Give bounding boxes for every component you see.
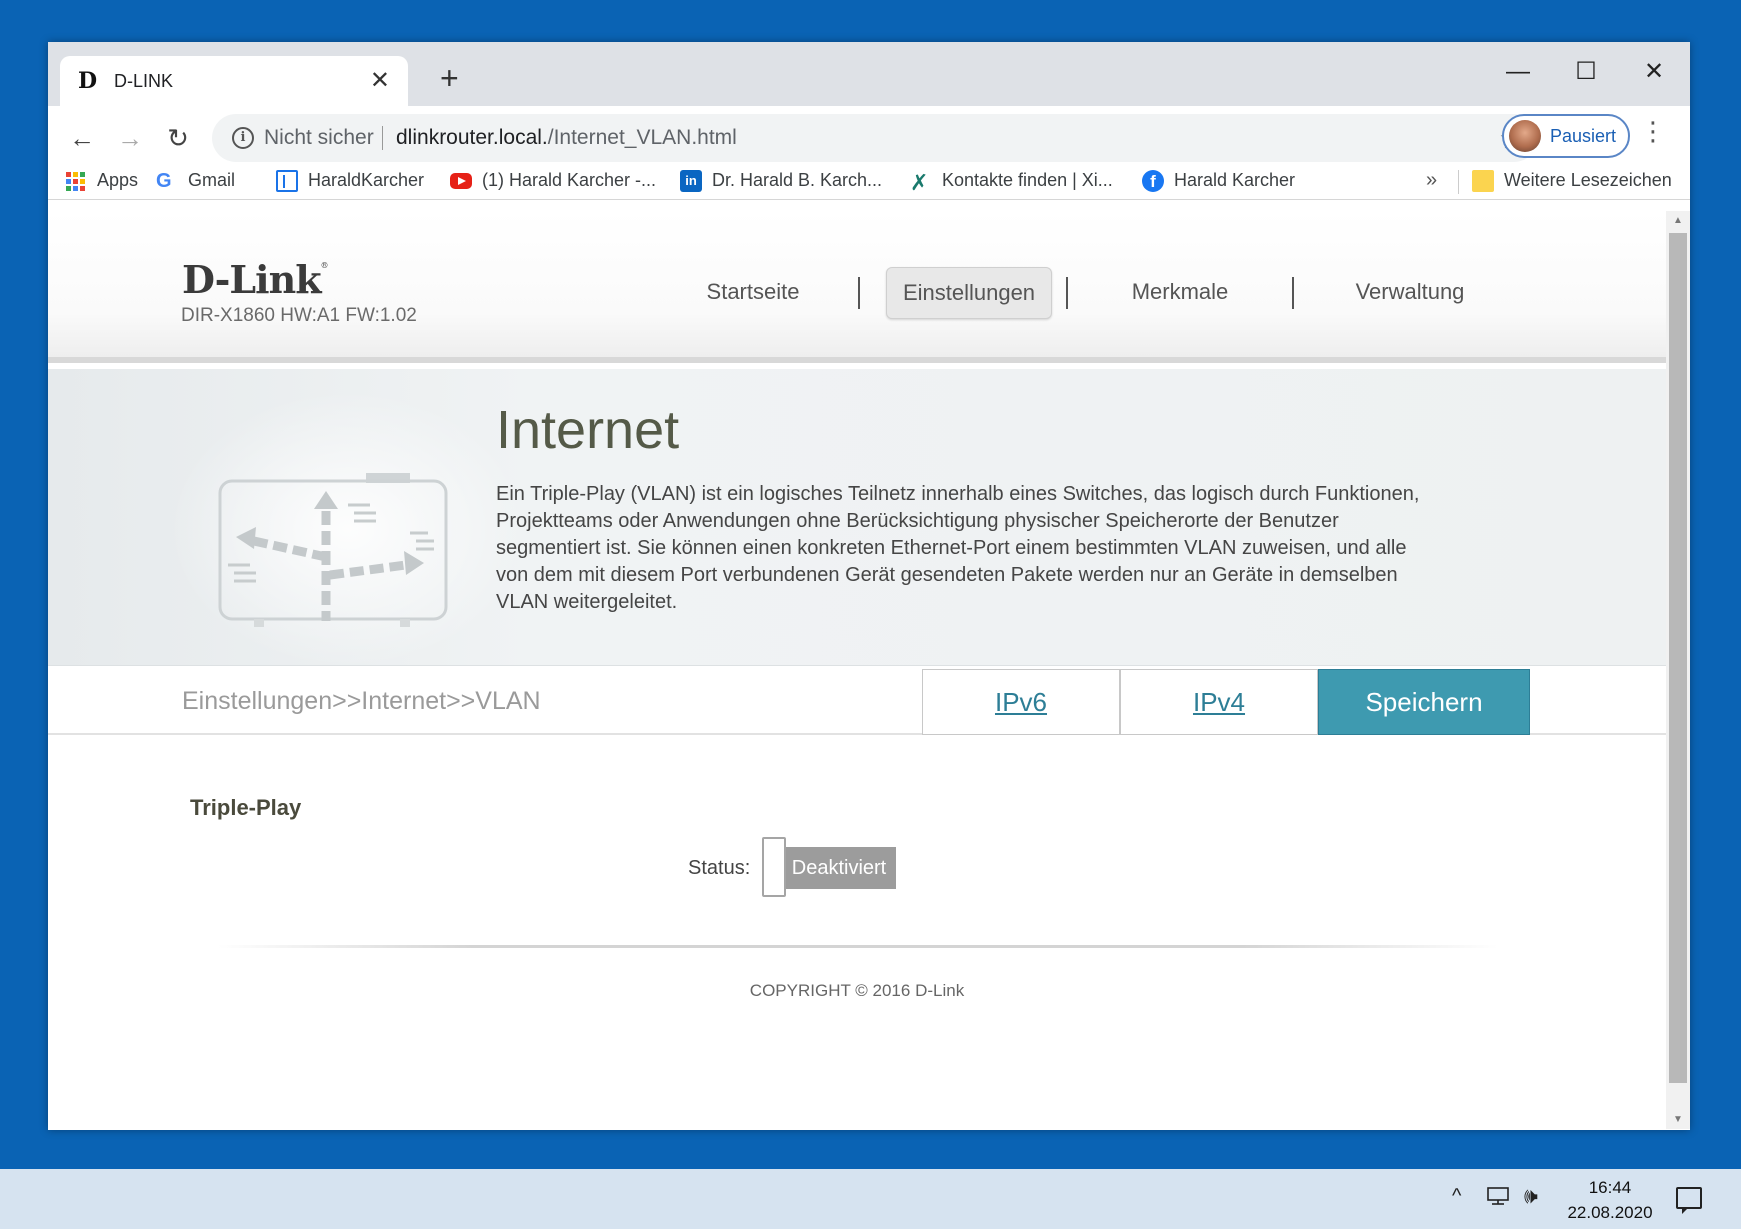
clock-time: 16:44 bbox=[1588, 1178, 1632, 1197]
toggle-knob[interactable] bbox=[762, 837, 786, 897]
avatar bbox=[1509, 120, 1541, 152]
nav-divider bbox=[1066, 277, 1068, 309]
xing-icon: ✗ bbox=[910, 170, 929, 196]
bookmark-label: Weitere Lesezeichen bbox=[1504, 170, 1672, 190]
bookmark-youtube[interactable]: (1) Harald Karcher -... bbox=[450, 170, 656, 191]
profile-button[interactable]: Pausiert bbox=[1502, 114, 1630, 158]
router-header: D-Link® DIR-X1860 HW:A1 FW:1.02 Startsei… bbox=[48, 211, 1666, 363]
page-description: Ein Triple-Play (VLAN) ist ein logisches… bbox=[496, 483, 1420, 613]
facebook-icon: f bbox=[1142, 170, 1164, 193]
clock[interactable]: 16:44 22.08.2020 bbox=[1550, 1175, 1670, 1225]
logo-text: D-Link bbox=[182, 257, 322, 302]
toggle-state-text: Deaktiviert bbox=[791, 857, 887, 879]
nav-startseite[interactable]: Startseite bbox=[662, 267, 844, 319]
browser-tab[interactable]: D D-LINK ✕ bbox=[60, 56, 408, 106]
save-button[interactable]: Speichern bbox=[1318, 669, 1530, 735]
copyright-text: COPYRIGHT © 2016 D-Link bbox=[749, 981, 965, 1000]
tab-close-icon[interactable]: ✕ bbox=[370, 66, 390, 95]
youtube-icon bbox=[450, 173, 472, 190]
bookmark-label: Harald Karcher bbox=[1174, 170, 1296, 190]
google-icon: G bbox=[156, 170, 172, 193]
bookmark-facebook[interactable]: f Harald Karcher bbox=[1142, 170, 1296, 193]
page-title: Internet bbox=[496, 400, 680, 460]
bookmark-haraldkarcher[interactable]: HaraldKarcher bbox=[276, 170, 425, 193]
scroll-down-arrow-icon[interactable]: ▼ bbox=[1673, 1114, 1683, 1125]
network-icon[interactable] bbox=[1486, 1186, 1510, 1206]
show-hidden-icons-chevron-icon[interactable]: ^ bbox=[1452, 1185, 1461, 1208]
nav-divider bbox=[858, 277, 860, 309]
status-label: Status: bbox=[688, 857, 751, 879]
main-nav: Startseite Einstellungen Merkmale Verwal… bbox=[662, 267, 1562, 321]
new-tab-button[interactable]: + bbox=[440, 62, 459, 94]
bookmark-label: Kontakte finden | Xi... bbox=[942, 170, 1113, 190]
address-bar[interactable]: i Nicht sicher dlinkrouter.local./Intern… bbox=[212, 114, 1538, 162]
bookmark-label: Apps bbox=[97, 170, 139, 190]
registered-mark: ® bbox=[320, 261, 329, 270]
browser-window: D D-LINK ✕ + — ☐ ✕ ← → ↻ i Nicht sicher … bbox=[48, 42, 1690, 1130]
vertical-scrollbar[interactable]: ▲ ▼ bbox=[1666, 211, 1690, 1129]
url-path: /Internet_VLAN.html bbox=[547, 126, 737, 149]
url-host: dlinkrouter.local. bbox=[396, 126, 548, 149]
bookmark-other-folder[interactable]: Weitere Lesezeichen bbox=[1472, 170, 1672, 193]
nav-verwaltung[interactable]: Verwaltung bbox=[1310, 267, 1510, 319]
back-button[interactable]: ← bbox=[64, 120, 100, 156]
ipv4-button[interactable]: IPv4 bbox=[1120, 669, 1318, 735]
url-text[interactable]: dlinkrouter.local./Internet_VLAN.html bbox=[396, 126, 737, 150]
browser-toolbar: ← → ↻ i Nicht sicher dlinkrouter.local./… bbox=[48, 106, 1690, 200]
profile-label: Pausiert bbox=[1550, 126, 1617, 146]
bookmark-label: (1) Harald Karcher -... bbox=[482, 170, 657, 190]
bookmark-label: Dr. Harald B. Karch... bbox=[712, 170, 883, 190]
bookmark-linkedin[interactable]: in Dr. Harald B. Karch... bbox=[680, 170, 883, 193]
url-divider bbox=[382, 126, 383, 150]
scroll-thumb[interactable] bbox=[1669, 233, 1687, 1083]
vlan-routing-icon bbox=[218, 473, 448, 627]
footer-divider bbox=[218, 945, 1498, 948]
bookmark-apps[interactable]: Apps bbox=[66, 170, 138, 191]
nav-einstellungen[interactable]: Einstellungen bbox=[886, 267, 1052, 319]
nav-merkmale[interactable]: Merkmale bbox=[1082, 267, 1278, 319]
more-bookmarks-icon[interactable]: » bbox=[1426, 169, 1437, 192]
ipv6-button[interactable]: IPv6 bbox=[922, 669, 1120, 735]
browser-menu-icon[interactable]: ⋮ bbox=[1640, 118, 1666, 144]
title-bar: D D-LINK ✕ + — ☐ ✕ bbox=[48, 42, 1690, 106]
section-title: Triple-Play bbox=[190, 795, 302, 820]
forward-button[interactable]: → bbox=[112, 120, 148, 156]
security-label[interactable]: Nicht sicher bbox=[264, 126, 374, 150]
page-icon bbox=[276, 170, 298, 193]
bookmarks-divider bbox=[1458, 170, 1459, 194]
breadcrumb: Einstellungen>>Internet>>VLAN bbox=[182, 687, 541, 715]
taskbar: ^ 🕪 16:44 22.08.2020 bbox=[0, 1169, 1741, 1229]
breadcrumb-bar: Einstellungen>>Internet>>VLAN IPv6 IPv4 … bbox=[48, 667, 1666, 735]
dlink-logo[interactable]: D-Link® bbox=[182, 257, 329, 302]
close-window-button[interactable]: ✕ bbox=[1634, 52, 1674, 92]
notification-center-icon[interactable] bbox=[1676, 1187, 1702, 1214]
bookmarks-bar: Apps G Gmail HaraldKarcher (1) Harald Kar… bbox=[48, 164, 1690, 200]
linkedin-icon: in bbox=[680, 170, 702, 193]
clock-date: 22.08.2020 bbox=[1567, 1203, 1653, 1222]
bookmark-xing[interactable]: ✗ Kontakte finden | Xi... bbox=[910, 170, 1113, 196]
nav-divider bbox=[1292, 277, 1294, 309]
model-info: DIR-X1860 HW:A1 FW:1.02 bbox=[181, 305, 417, 326]
apps-grid-icon bbox=[66, 171, 85, 191]
reload-button[interactable]: ↻ bbox=[160, 120, 196, 156]
minimize-button[interactable]: — bbox=[1498, 52, 1538, 92]
volume-icon[interactable]: 🕪 bbox=[1524, 1183, 1538, 1209]
maximize-button[interactable]: ☐ bbox=[1566, 52, 1606, 92]
triple-play-toggle[interactable]: Deaktiviert bbox=[762, 837, 912, 897]
folder-icon bbox=[1472, 170, 1494, 193]
bookmark-label: Gmail bbox=[188, 170, 236, 190]
dlink-favicon-icon: D bbox=[78, 68, 98, 94]
bookmark-label: HaraldKarcher bbox=[308, 170, 425, 190]
scroll-up-arrow-icon[interactable]: ▲ bbox=[1673, 215, 1683, 226]
page-banner: Internet Ein Triple-Play (VLAN) ist ein … bbox=[48, 369, 1666, 669]
page-viewport: D-Link® DIR-X1860 HW:A1 FW:1.02 Startsei… bbox=[48, 211, 1666, 1129]
tab-title: D-LINK bbox=[114, 71, 174, 91]
bookmark-gmail[interactable]: G Gmail bbox=[156, 170, 235, 192]
site-info-icon[interactable]: i bbox=[232, 127, 254, 149]
